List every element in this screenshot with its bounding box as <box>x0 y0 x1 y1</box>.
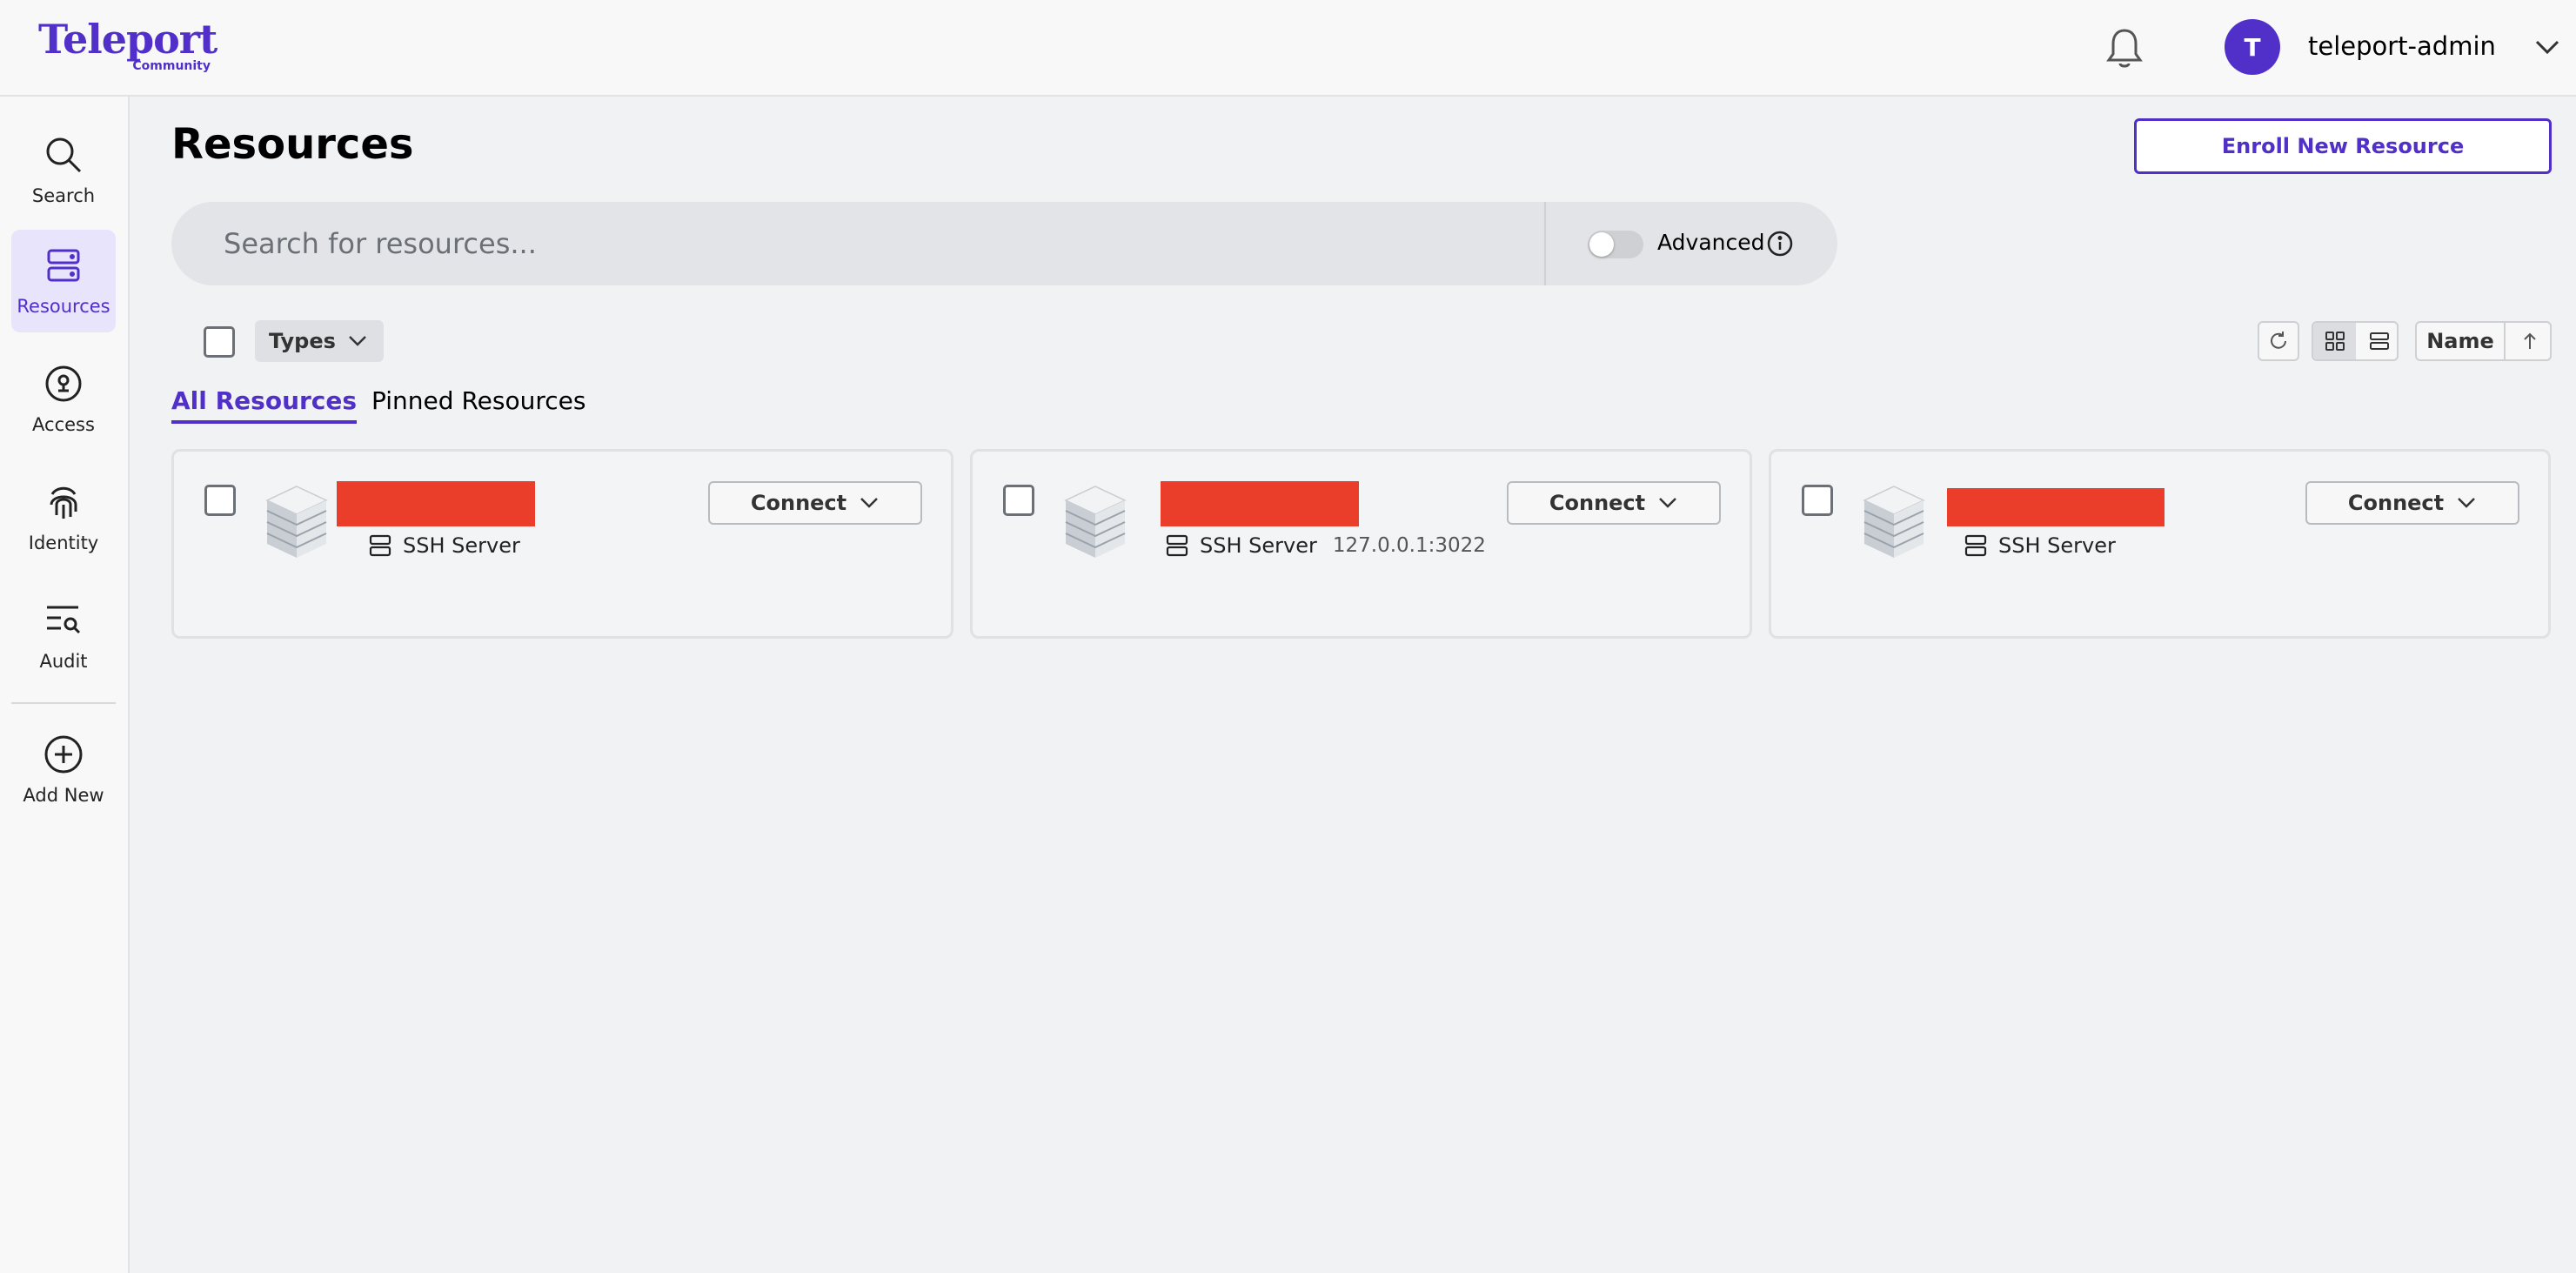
connect-label: Connect <box>2347 491 2445 515</box>
grid-icon <box>2325 332 2345 351</box>
nav-item-access[interactable]: Access <box>11 348 116 451</box>
search-bar: Advanced <box>171 202 1837 285</box>
side-nav: Search Resources Access Identity Audit A… <box>0 97 130 1273</box>
chevron-down-icon <box>2458 498 2476 508</box>
resource-type: SSH Server <box>403 533 520 558</box>
chevron-down-icon <box>860 498 879 508</box>
nav-item-search[interactable]: Search <box>11 119 116 222</box>
sort-direction-button[interactable] <box>2507 323 2550 359</box>
top-bar: Teleport Community T teleport-admin <box>0 0 2576 97</box>
types-filter-label: Types <box>269 329 336 353</box>
search-icon <box>46 137 82 173</box>
search-input[interactable] <box>224 202 1529 285</box>
nav-label-access: Access <box>32 414 95 435</box>
connect-button[interactable]: Connect <box>708 481 922 525</box>
types-filter-button[interactable]: Types <box>255 320 384 362</box>
tab-pinned-resources[interactable]: Pinned Resources <box>371 386 585 415</box>
resource-checkbox[interactable] <box>1003 485 1034 516</box>
plus-circle-icon <box>44 735 83 774</box>
resource-type-row: SSH Server 127.0.0.1:3022 <box>1165 533 1486 558</box>
list-view-icon <box>2369 332 2389 350</box>
view-mode-toggle <box>2312 321 2399 361</box>
redacted-name <box>1947 488 2165 526</box>
list-search-icon <box>47 606 81 634</box>
nav-label-resources: Resources <box>17 296 110 317</box>
server-icon <box>369 534 391 557</box>
advanced-toggle[interactable] <box>1588 231 1643 258</box>
arrow-up-icon <box>2523 332 2536 349</box>
connect-label: Connect <box>1549 491 1646 515</box>
server-stack-image <box>1064 486 1127 558</box>
resource-checkbox[interactable] <box>204 485 236 516</box>
resource-type: SSH Server <box>1200 533 1317 558</box>
logo-wordmark: Teleport <box>38 16 217 63</box>
nav-label-audit: Audit <box>39 651 88 672</box>
logo-edition: Community <box>132 59 211 73</box>
redacted-name <box>337 481 535 526</box>
resource-type-row: SSH Server <box>368 533 520 558</box>
sort-control: Name <box>2415 321 2552 361</box>
info-icon[interactable] <box>1766 230 1794 258</box>
resource-type: SSH Server <box>1998 533 2116 558</box>
nav-item-add-new[interactable]: Add New <box>11 719 116 821</box>
username-label[interactable]: teleport-admin <box>2308 31 2496 61</box>
chevron-down-icon <box>349 336 366 346</box>
refresh-icon <box>2271 332 2286 349</box>
sort-field-button[interactable]: Name <box>2417 323 2506 359</box>
nav-divider <box>11 702 116 704</box>
resource-card[interactable]: SSH Server 127.0.0.1:3022 Connect <box>970 449 1752 639</box>
select-all-checkbox[interactable] <box>204 326 235 358</box>
chevron-down-icon[interactable] <box>2533 35 2561 59</box>
resource-type-row: SSH Server <box>1964 533 2116 558</box>
server-icon <box>1964 534 1987 557</box>
resource-address: 127.0.0.1:3022 <box>1332 534 1486 557</box>
nav-item-identity[interactable]: Identity <box>11 466 116 569</box>
page-title: Resources <box>171 120 414 169</box>
advanced-label: Advanced <box>1657 230 1765 255</box>
nav-label-identity: Identity <box>28 533 99 553</box>
refresh-button[interactable] <box>2258 321 2299 361</box>
resource-card[interactable]: SSH Server Connect <box>171 449 953 639</box>
nav-item-resources[interactable]: Resources <box>11 230 116 332</box>
toggle-knob <box>1589 232 1614 257</box>
server-stack-image <box>1863 486 1925 558</box>
connect-label: Connect <box>750 491 847 515</box>
server-icon <box>1166 534 1188 557</box>
resource-card[interactable]: SSH Server Connect <box>1769 449 2551 639</box>
teleport-logo[interactable]: Teleport Community <box>38 16 217 77</box>
bell-icon[interactable] <box>2105 26 2144 70</box>
nav-label-add-new: Add New <box>23 785 104 806</box>
grid-view-button[interactable] <box>2313 323 2356 359</box>
nav-item-audit[interactable]: Audit <box>11 585 116 687</box>
connect-button[interactable]: Connect <box>2305 481 2519 525</box>
search-divider <box>1544 202 1546 285</box>
server-stack-icon <box>47 249 80 282</box>
connect-button[interactable]: Connect <box>1507 481 1721 525</box>
lock-circle-icon <box>45 365 82 402</box>
resource-checkbox[interactable] <box>1802 485 1833 516</box>
enroll-new-resource-button[interactable]: Enroll New Resource <box>2134 118 2552 174</box>
fingerprint-icon <box>50 486 77 519</box>
server-stack-image <box>265 486 328 558</box>
user-avatar[interactable]: T <box>2225 19 2280 75</box>
chevron-down-icon <box>1659 498 1677 508</box>
nav-label-search: Search <box>31 185 96 206</box>
list-view-button[interactable] <box>2358 323 2397 359</box>
tab-all-resources[interactable]: All Resources <box>171 386 358 424</box>
redacted-name <box>1161 481 1359 526</box>
